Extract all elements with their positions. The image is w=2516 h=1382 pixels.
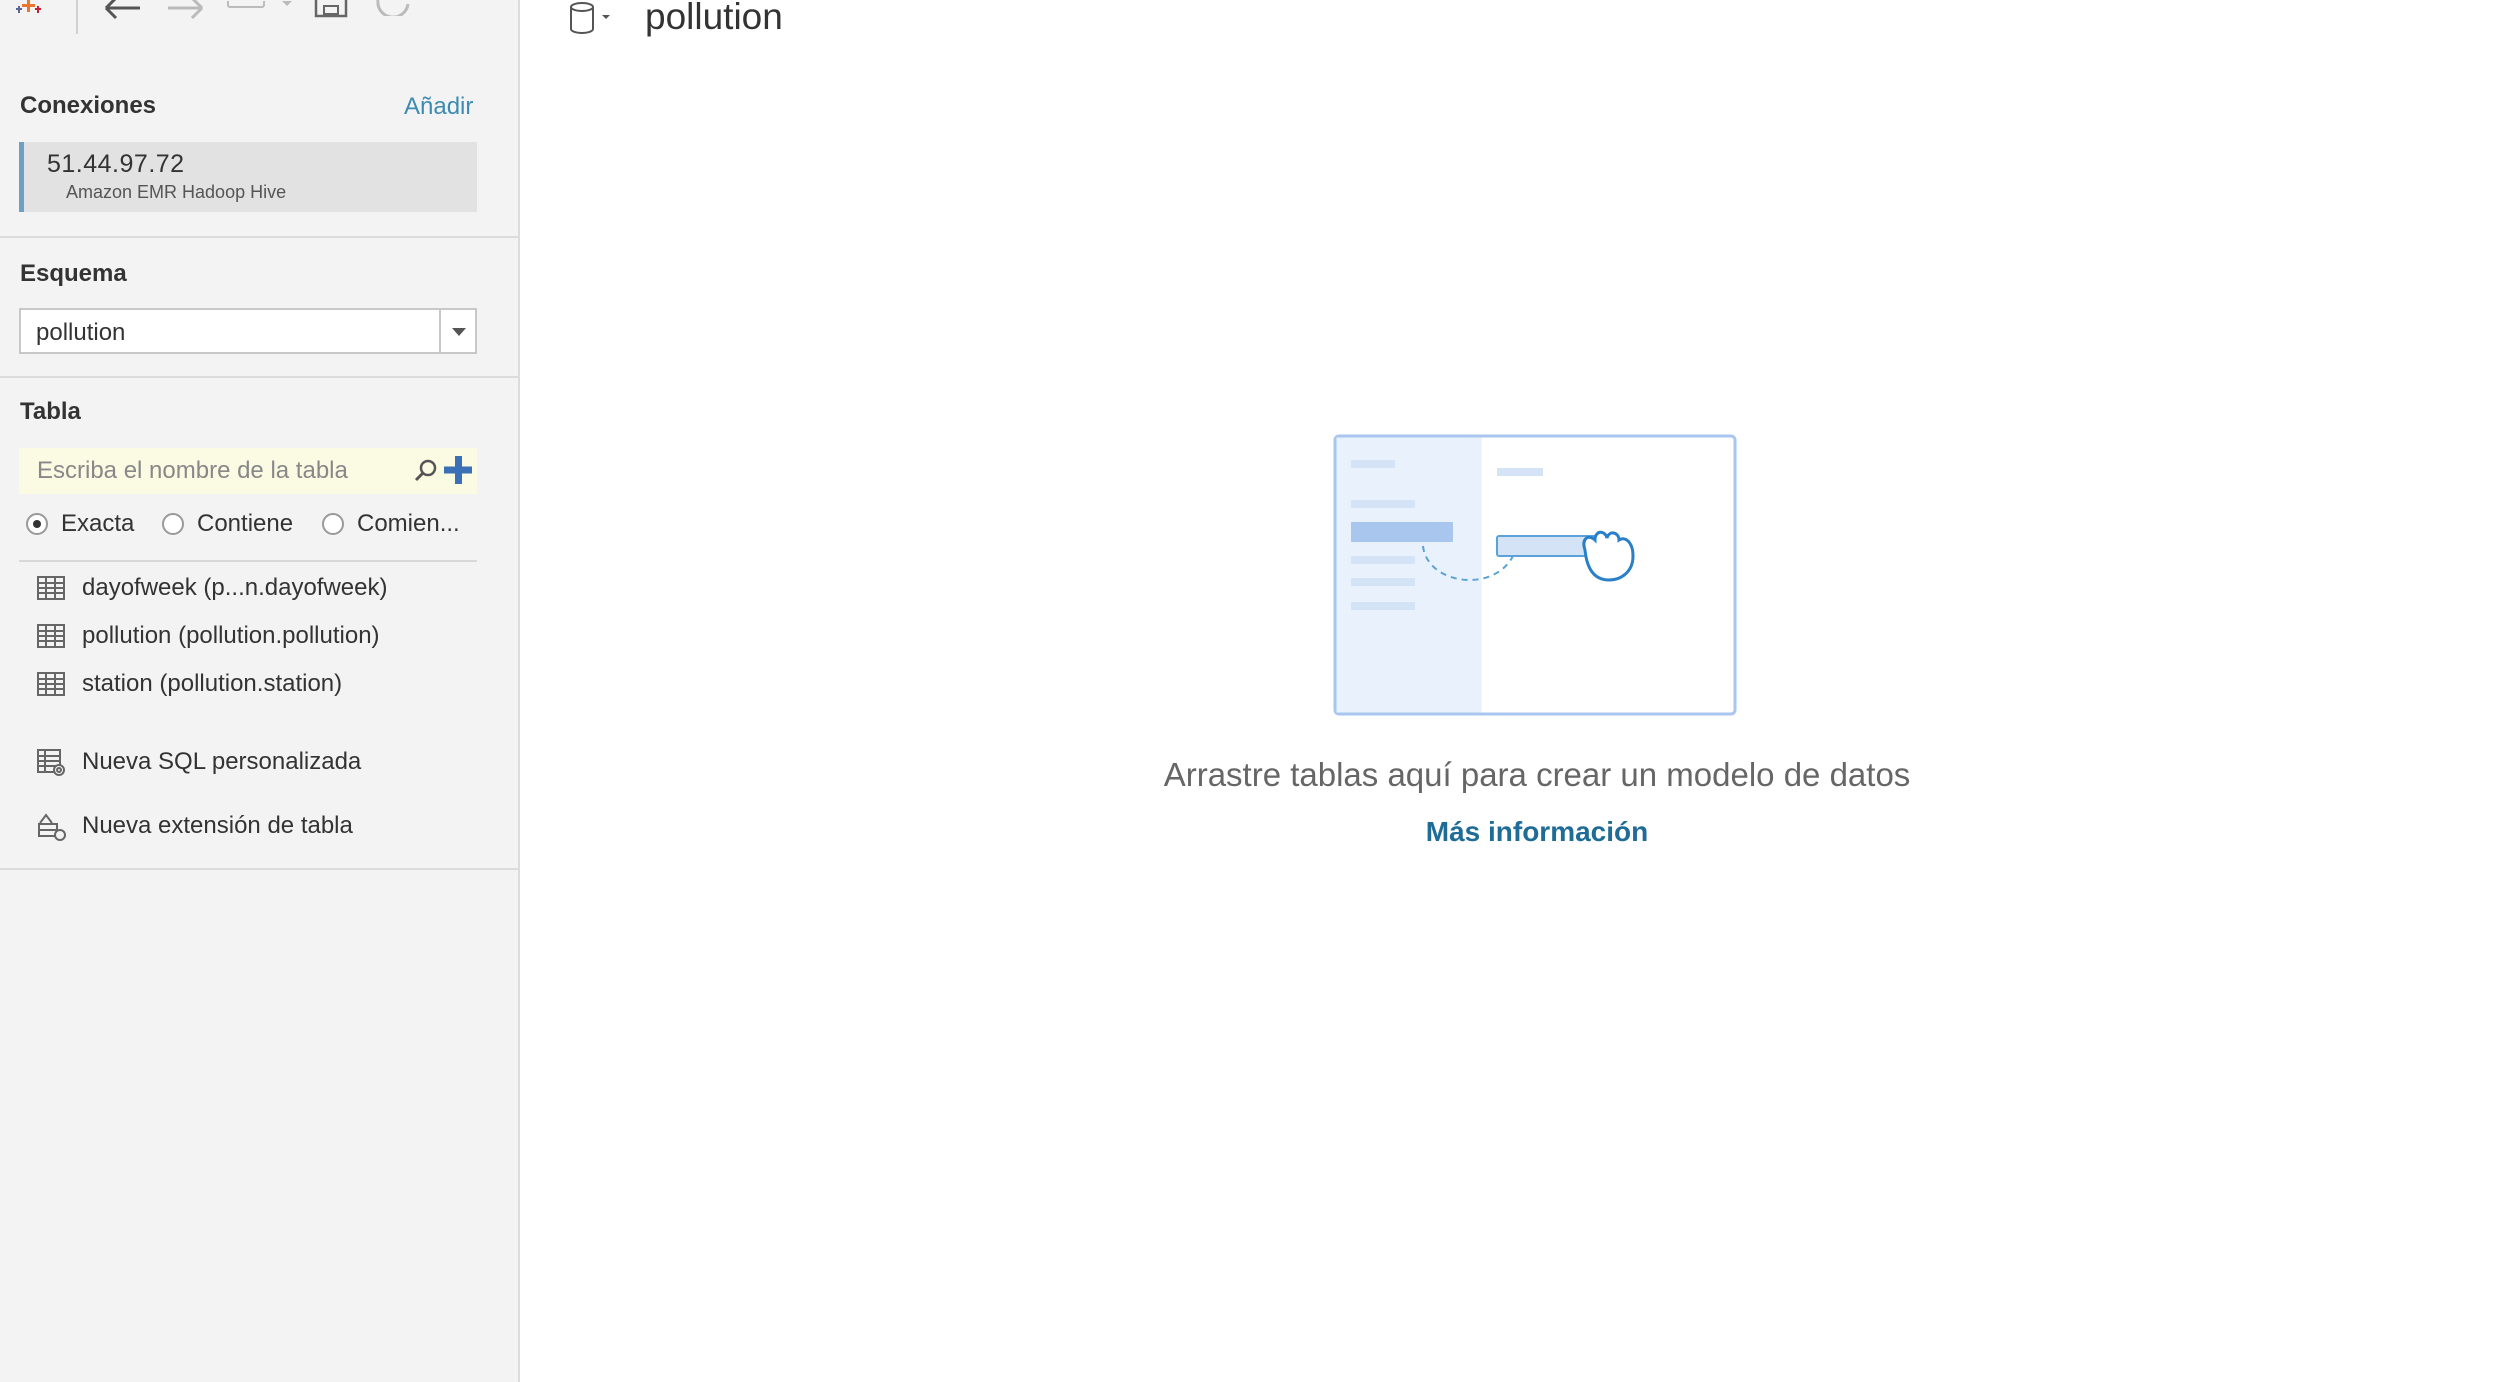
connection-item[interactable]: 51.44.97.72 Amazon EMR Hadoop Hive: [19, 142, 477, 212]
database-icon[interactable]: [568, 0, 618, 43]
empty-canvas-message: Arrastre tablas aquí para crear un model…: [1163, 756, 1911, 793]
schema-select-value: pollution: [36, 319, 126, 346]
redo-icon[interactable]: [166, 0, 208, 25]
add-connection-link[interactable]: Añadir: [404, 93, 473, 121]
data-source-sidebar: Conexiones Añadir 51.44.97.72 Amazon EMR…: [0, 0, 520, 1382]
tableau-logo-icon[interactable]: [16, 0, 42, 19]
toolbar-separator: [76, 0, 78, 34]
drag-tables-illustration: [1333, 434, 1737, 716]
table-search-input[interactable]: [19, 448, 399, 494]
table-extension-label: Nueva extensión de tabla: [82, 812, 353, 839]
section-divider: [0, 868, 520, 870]
table-name: dayofweek (p...n.dayofweek): [82, 574, 388, 601]
new-custom-sql-item[interactable]: Nueva SQL personalizada: [36, 742, 361, 782]
new-data-source-icon[interactable]: [226, 0, 296, 18]
datasource-title[interactable]: pollution: [645, 0, 783, 38]
add-table-icon[interactable]: [444, 456, 472, 489]
table-list-item[interactable]: pollution (pollution.pollution): [36, 616, 380, 656]
search-icon[interactable]: [414, 458, 438, 489]
learn-more-link[interactable]: Más información: [1370, 816, 1704, 848]
match-starts-with-radio[interactable]: Comien...: [322, 506, 460, 542]
radio-circle: [162, 513, 184, 535]
list-divider: [19, 560, 477, 562]
radio-label: Comien...: [357, 510, 460, 537]
schema-select[interactable]: pollution: [19, 308, 477, 354]
toolbar: [0, 0, 520, 40]
table-title: Tabla: [20, 398, 81, 425]
match-contains-radio[interactable]: Contiene: [162, 506, 293, 542]
new-table-extension-item[interactable]: Nueva extensión de tabla: [36, 806, 353, 846]
schema-title: Esquema: [20, 260, 127, 287]
table-list-item[interactable]: dayofweek (p...n.dayofweek): [36, 568, 388, 608]
match-exact-radio[interactable]: Exacta: [26, 506, 134, 542]
save-icon[interactable]: [314, 0, 348, 23]
table-list-item[interactable]: station (pollution.station): [36, 664, 342, 704]
connections-title: Conexiones: [20, 92, 157, 119]
connection-host: 51.44.97.72: [47, 150, 185, 178]
chevron-down-icon[interactable]: [439, 310, 475, 352]
table-grid-icon: [36, 573, 66, 603]
radio-circle: [26, 513, 48, 535]
undo-icon[interactable]: [100, 0, 142, 25]
section-divider: [0, 236, 520, 238]
table-name: pollution (pollution.pollution): [82, 622, 380, 649]
radio-circle: [322, 513, 344, 535]
connection-type: Amazon EMR Hadoop Hive: [66, 182, 287, 202]
table-name: station (pollution.station): [82, 670, 343, 697]
datasource-header: [568, 0, 618, 44]
radio-label: Contiene: [197, 510, 294, 537]
table-grid-icon: [36, 621, 66, 651]
custom-sql-icon: [36, 747, 66, 777]
section-divider: [0, 376, 520, 378]
refresh-icon[interactable]: [374, 0, 414, 21]
table-extension-icon: [36, 811, 66, 841]
table-search-box: [19, 448, 477, 494]
custom-sql-label: Nueva SQL personalizada: [82, 748, 362, 775]
radio-label: Exacta: [61, 510, 135, 537]
table-grid-icon: [36, 669, 66, 699]
